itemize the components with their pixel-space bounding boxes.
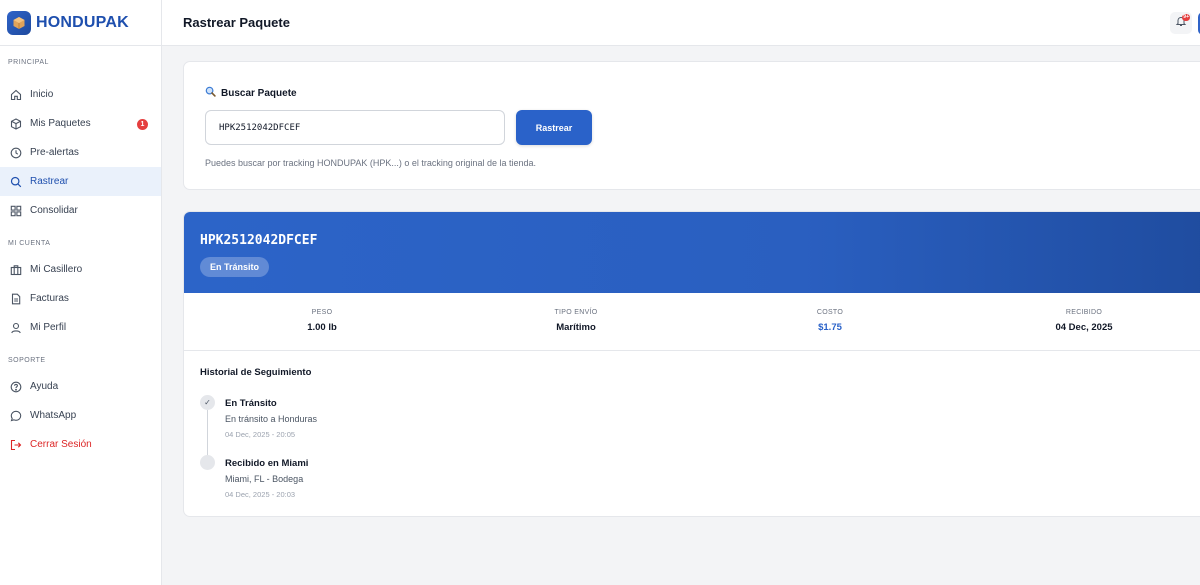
briefcase-icon bbox=[9, 263, 22, 276]
sidebar-item-inicio[interactable]: Inicio bbox=[0, 80, 161, 109]
section-label-principal: PRINCIPAL bbox=[8, 59, 49, 66]
search-card: Buscar Paquete Rastrear Puedes buscar po… bbox=[183, 61, 1200, 190]
sidebar-item-ayuda[interactable]: Ayuda bbox=[0, 372, 161, 401]
sidebar: HONDUPAK PRINCIPAL Inicio Mis Paquetes 1… bbox=[0, 0, 162, 585]
box-logo-icon bbox=[7, 10, 31, 35]
sidebar-item-whatsapp[interactable]: WhatsApp bbox=[0, 401, 161, 430]
search-title-text: Buscar Paquete bbox=[221, 87, 297, 99]
timeline-event-desc: Miami, FL - Bodega bbox=[225, 474, 304, 484]
sidebar-item-label: WhatsApp bbox=[30, 410, 77, 421]
sidebar-item-label: Facturas bbox=[30, 293, 69, 304]
magnifier-icon bbox=[205, 86, 216, 100]
home-icon bbox=[9, 88, 22, 101]
top-header: Rastrear Paquete 9+ bbox=[162, 0, 1200, 46]
stat-label: PESO bbox=[311, 309, 333, 316]
sidebar-item-label: Pre-alertas bbox=[30, 147, 79, 158]
notification-count-badge: 9+ bbox=[1182, 14, 1190, 21]
clock-icon bbox=[9, 146, 22, 159]
page-title: Rastrear Paquete bbox=[183, 15, 290, 30]
sidebar-item-mi-perfil[interactable]: Mi Perfil bbox=[0, 313, 161, 342]
timeline-event-title: Recibido en Miami bbox=[225, 458, 309, 469]
stat-value: Marítimo bbox=[556, 322, 596, 333]
sidebar-item-facturas[interactable]: Facturas bbox=[0, 284, 161, 313]
sidebar-item-mi-casillero[interactable]: Mi Casillero bbox=[0, 255, 161, 284]
sidebar-item-consolidar[interactable]: Consolidar bbox=[0, 196, 161, 225]
search-hint: Puedes buscar por tracking HONDUPAK (HPK… bbox=[205, 158, 536, 168]
result-header: HPK2512042DFCEF En Tránsito bbox=[184, 212, 1200, 293]
sidebar-item-label: Rastrear bbox=[30, 176, 69, 187]
sidebar-item-label: Inicio bbox=[30, 89, 54, 100]
help-icon bbox=[9, 380, 22, 393]
sidebar-item-label: Mi Casillero bbox=[30, 264, 83, 275]
stat-shipping-type: TIPO ENVÍO Marítimo bbox=[476, 293, 676, 333]
timeline-dot: ✓ bbox=[200, 395, 215, 410]
search-icon bbox=[9, 175, 22, 188]
section-label-soporte: SOPORTE bbox=[8, 357, 46, 364]
check-icon: ✓ bbox=[204, 398, 211, 407]
timeline-dot bbox=[200, 455, 215, 470]
history-title: Historial de Seguimiento bbox=[200, 367, 312, 378]
sidebar-item-label: Consolidar bbox=[30, 205, 78, 216]
stat-weight: PESO 1.00 lb bbox=[222, 293, 422, 333]
sidebar-item-label: Ayuda bbox=[30, 381, 59, 392]
timeline-event-time: 04 Dec, 2025 - 20:05 bbox=[225, 430, 296, 439]
sidebar-item-pre-alertas[interactable]: Pre-alertas bbox=[0, 138, 161, 167]
stat-label: RECIBIDO bbox=[1065, 309, 1103, 316]
notifications-button[interactable]: 9+ bbox=[1170, 12, 1192, 34]
box-icon bbox=[9, 117, 22, 130]
stat-value: 04 Dec, 2025 bbox=[1055, 322, 1113, 333]
timeline-event-time: 04 Dec, 2025 - 20:03 bbox=[225, 490, 296, 499]
chat-icon bbox=[9, 409, 22, 422]
timeline-event-desc: En tránsito a Honduras bbox=[225, 414, 318, 424]
package-stats: PESO 1.00 lb TIPO ENVÍO Marítimo COSTO $… bbox=[184, 293, 1200, 351]
stat-label: TIPO ENVÍO bbox=[554, 309, 598, 316]
sidebar-item-rastrear[interactable]: Rastrear bbox=[0, 167, 161, 196]
section-label-mi-cuenta: MI CUENTA bbox=[8, 240, 51, 247]
sidebar-item-label: Cerrar Sesión bbox=[30, 439, 92, 450]
stat-received: RECIBIDO 04 Dec, 2025 bbox=[984, 293, 1184, 333]
grid-icon bbox=[9, 204, 22, 217]
sidebar-item-mis-paquetes[interactable]: Mis Paquetes 1 bbox=[0, 109, 161, 138]
user-icon bbox=[9, 321, 22, 334]
sidebar-item-label: Mis Paquetes bbox=[30, 118, 91, 129]
stat-value: $1.75 bbox=[818, 322, 842, 333]
stat-value: 1.00 lb bbox=[307, 322, 337, 333]
timeline-connector bbox=[207, 410, 208, 456]
logout-icon bbox=[9, 438, 22, 451]
brand[interactable]: HONDUPAK bbox=[0, 0, 161, 46]
tracking-result-card: HPK2512042DFCEF En Tránsito PESO 1.00 lb… bbox=[183, 211, 1200, 517]
tracking-search-input[interactable] bbox=[205, 110, 505, 145]
search-card-title: Buscar Paquete bbox=[205, 86, 297, 100]
sidebar-item-label: Mi Perfil bbox=[30, 322, 67, 333]
track-button[interactable]: Rastrear bbox=[516, 110, 592, 145]
notification-badge: 1 bbox=[137, 119, 148, 130]
stat-cost: COSTO $1.75 bbox=[730, 293, 930, 333]
tracking-number: HPK2512042DFCEF bbox=[200, 233, 318, 248]
brand-name: HONDUPAK bbox=[36, 13, 129, 31]
status-badge: En Tránsito bbox=[200, 257, 270, 277]
stat-label: COSTO bbox=[816, 309, 844, 316]
timeline-event-title: En Tránsito bbox=[225, 398, 277, 409]
sidebar-item-cerrar-sesion[interactable]: Cerrar Sesión bbox=[0, 430, 161, 459]
document-icon bbox=[9, 292, 22, 305]
